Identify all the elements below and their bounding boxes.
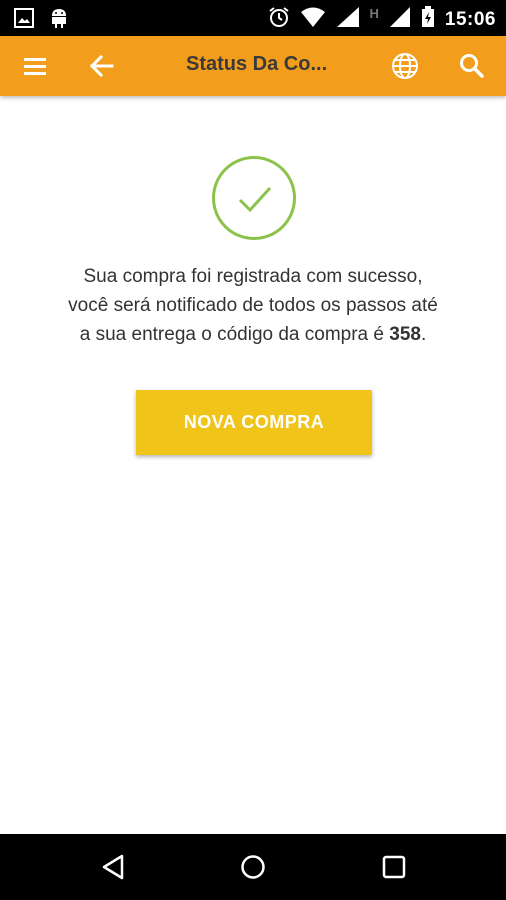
alarm-icon <box>268 6 290 33</box>
navigation-bar <box>0 834 506 900</box>
purchase-code: 358 <box>389 324 421 345</box>
image-icon <box>14 8 34 33</box>
success-message: Sua compra foi registrada com sucesso, v… <box>20 262 486 349</box>
signal-icon <box>389 6 411 33</box>
signal-icon <box>336 6 360 33</box>
new-purchase-button[interactable]: NOVA COMPRA <box>136 390 372 455</box>
search-icon[interactable] <box>457 51 487 81</box>
check-icon <box>238 186 272 213</box>
message-line-end: . <box>420 324 427 345</box>
success-indicator <box>212 156 296 240</box>
menu-icon[interactable] <box>20 51 50 81</box>
message-line: você será notificado de todos os passos … <box>68 295 438 316</box>
android-icon <box>50 7 68 34</box>
status-bar: H 15:06 <box>0 0 506 36</box>
network-type-label: H <box>369 6 379 21</box>
nav-recents-icon[interactable] <box>379 852 409 882</box>
nav-home-icon[interactable] <box>238 852 268 882</box>
app-bar: Status Da Co... <box>0 36 506 96</box>
page-title: Status Da Co... <box>186 53 328 75</box>
wifi-icon <box>300 6 326 33</box>
message-line: a sua entrega o código da compra é 358. <box>20 320 486 349</box>
nav-back-icon[interactable] <box>98 852 128 882</box>
battery-icon <box>421 6 435 33</box>
back-arrow-icon[interactable] <box>86 51 116 81</box>
clock: 15:06 <box>444 8 496 30</box>
message-line: Sua compra foi registrada com sucesso, <box>83 266 423 287</box>
globe-icon[interactable] <box>390 51 420 81</box>
message-line-text: a sua entrega o código da compra é <box>79 324 390 345</box>
